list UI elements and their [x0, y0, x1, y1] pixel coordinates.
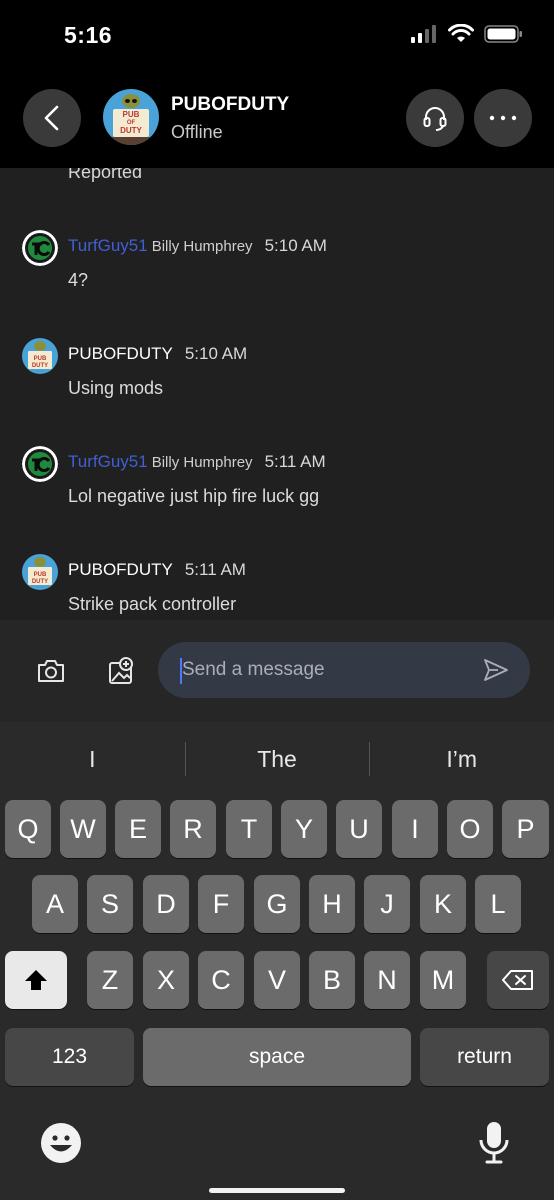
suggestion-3[interactable]: I’m — [369, 722, 554, 796]
cellular-signal-icon — [411, 25, 436, 43]
add-image-button[interactable] — [101, 651, 141, 691]
message-body: Using mods — [68, 378, 164, 398]
key-y[interactable]: Y — [281, 800, 327, 858]
battery-icon — [484, 25, 522, 43]
turfguy-avatar[interactable] — [22, 446, 58, 482]
pubofduty-avatar[interactable]: PUB DUTY — [22, 338, 58, 374]
message-gamertag[interactable]: TurfGuy51 — [68, 452, 148, 472]
key-h[interactable]: H — [309, 875, 355, 933]
key-j[interactable]: J — [364, 875, 410, 933]
contact-name[interactable]: PUBOFDUTY — [171, 94, 289, 116]
turfguy-avatar[interactable] — [22, 230, 58, 266]
pubofduty-avatar[interactable]: PUB DUTY — [22, 554, 58, 590]
top-bar: 5:16 PUB OF DUTY PUBOFDUTY Offline — [0, 0, 554, 168]
svg-text:PUB: PUB — [34, 572, 47, 578]
key-m[interactable]: M — [420, 951, 466, 1009]
key-c[interactable]: C — [198, 951, 244, 1009]
predictive-bar: I The I’m — [0, 722, 554, 796]
key-o[interactable]: O — [447, 800, 493, 858]
message-time: 5:10 AM — [264, 236, 327, 255]
numbers-key[interactable]: 123 — [5, 1028, 134, 1086]
emoji-icon — [41, 1123, 81, 1163]
key-d[interactable]: D — [143, 875, 189, 933]
status-time: 5:16 — [64, 22, 113, 48]
message-body: 4? — [68, 270, 89, 290]
chevron-left-icon — [44, 105, 59, 131]
more-options-button[interactable] — [474, 89, 532, 147]
headset-icon — [423, 107, 447, 131]
shift-arrow-icon — [25, 970, 47, 990]
message-body: Lol negative just hip fire luck gg — [68, 486, 320, 506]
clipped-message-body: Reported — [68, 168, 143, 182]
message-composer — [0, 620, 554, 722]
keyboard: I The I’m Q W E R T Y U I O P A S D F G … — [0, 722, 554, 1200]
space-key[interactable]: space — [143, 1028, 411, 1086]
avatar-text-top: PUB — [122, 110, 140, 119]
key-r[interactable]: R — [170, 800, 216, 858]
send-icon[interactable] — [482, 656, 510, 684]
contact-avatar[interactable]: PUB OF DUTY — [103, 89, 159, 145]
key-t[interactable]: T — [226, 800, 272, 858]
backspace-icon — [502, 970, 533, 990]
key-a[interactable]: A — [32, 875, 78, 933]
delete-key[interactable] — [487, 951, 549, 1009]
message-list[interactable]: Reported TurfGuy51 Billy Humphrey 5:10 A… — [0, 168, 554, 620]
key-x[interactable]: X — [143, 951, 189, 1009]
suggestion-2[interactable]: The — [184, 722, 370, 796]
emoji-button[interactable] — [40, 1122, 82, 1164]
svg-text:PUB: PUB — [34, 356, 47, 362]
shift-key[interactable] — [5, 951, 67, 1009]
message-time: 5:11 AM — [264, 452, 326, 471]
add-image-icon — [109, 657, 133, 684]
camera-button[interactable] — [31, 651, 71, 691]
svg-text:DUTY: DUTY — [32, 579, 48, 585]
key-g[interactable]: G — [254, 875, 300, 933]
message-time: 5:11 AM — [184, 560, 246, 579]
contact-status: Offline — [171, 122, 223, 142]
more-dots-icon — [489, 115, 517, 121]
party-chat-button[interactable] — [406, 89, 464, 147]
key-z[interactable]: Z — [87, 951, 133, 1009]
message-gamertag[interactable]: TurfGuy51 — [68, 236, 148, 256]
dictation-button[interactable] — [478, 1120, 510, 1166]
message-input-container[interactable] — [158, 642, 530, 698]
home-indicator[interactable] — [209, 1188, 345, 1193]
message-time: 5:10 AM — [184, 344, 248, 363]
camera-icon — [38, 660, 64, 682]
key-s[interactable]: S — [87, 875, 133, 933]
back-button[interactable] — [23, 89, 81, 147]
message-input[interactable] — [182, 654, 462, 686]
message-gamertag[interactable]: PUBOFDUTY — [68, 344, 173, 364]
key-q[interactable]: Q — [5, 800, 51, 858]
message-realname: Billy Humphrey — [151, 238, 253, 255]
suggestion-1[interactable]: I — [0, 722, 185, 796]
status-icons — [410, 24, 524, 44]
avatar-text-bottom: DUTY — [120, 126, 142, 135]
key-i[interactable]: I — [392, 800, 438, 858]
wifi-icon — [448, 24, 474, 42]
return-key[interactable]: return — [420, 1028, 549, 1086]
key-l[interactable]: L — [475, 875, 521, 933]
key-w[interactable]: W — [60, 800, 106, 858]
key-f[interactable]: F — [198, 875, 244, 933]
message-gamertag[interactable]: PUBOFDUTY — [68, 560, 173, 580]
key-v[interactable]: V — [254, 951, 300, 1009]
key-u[interactable]: U — [336, 800, 382, 858]
message-realname: Billy Humphrey — [151, 454, 253, 471]
message-body: Strike pack controller — [68, 594, 237, 614]
key-e[interactable]: E — [115, 800, 161, 858]
key-n[interactable]: N — [364, 951, 410, 1009]
microphone-icon — [479, 1122, 509, 1164]
key-p[interactable]: P — [502, 800, 549, 858]
key-b[interactable]: B — [309, 951, 355, 1009]
svg-text:DUTY: DUTY — [32, 363, 48, 369]
key-k[interactable]: K — [420, 875, 466, 933]
